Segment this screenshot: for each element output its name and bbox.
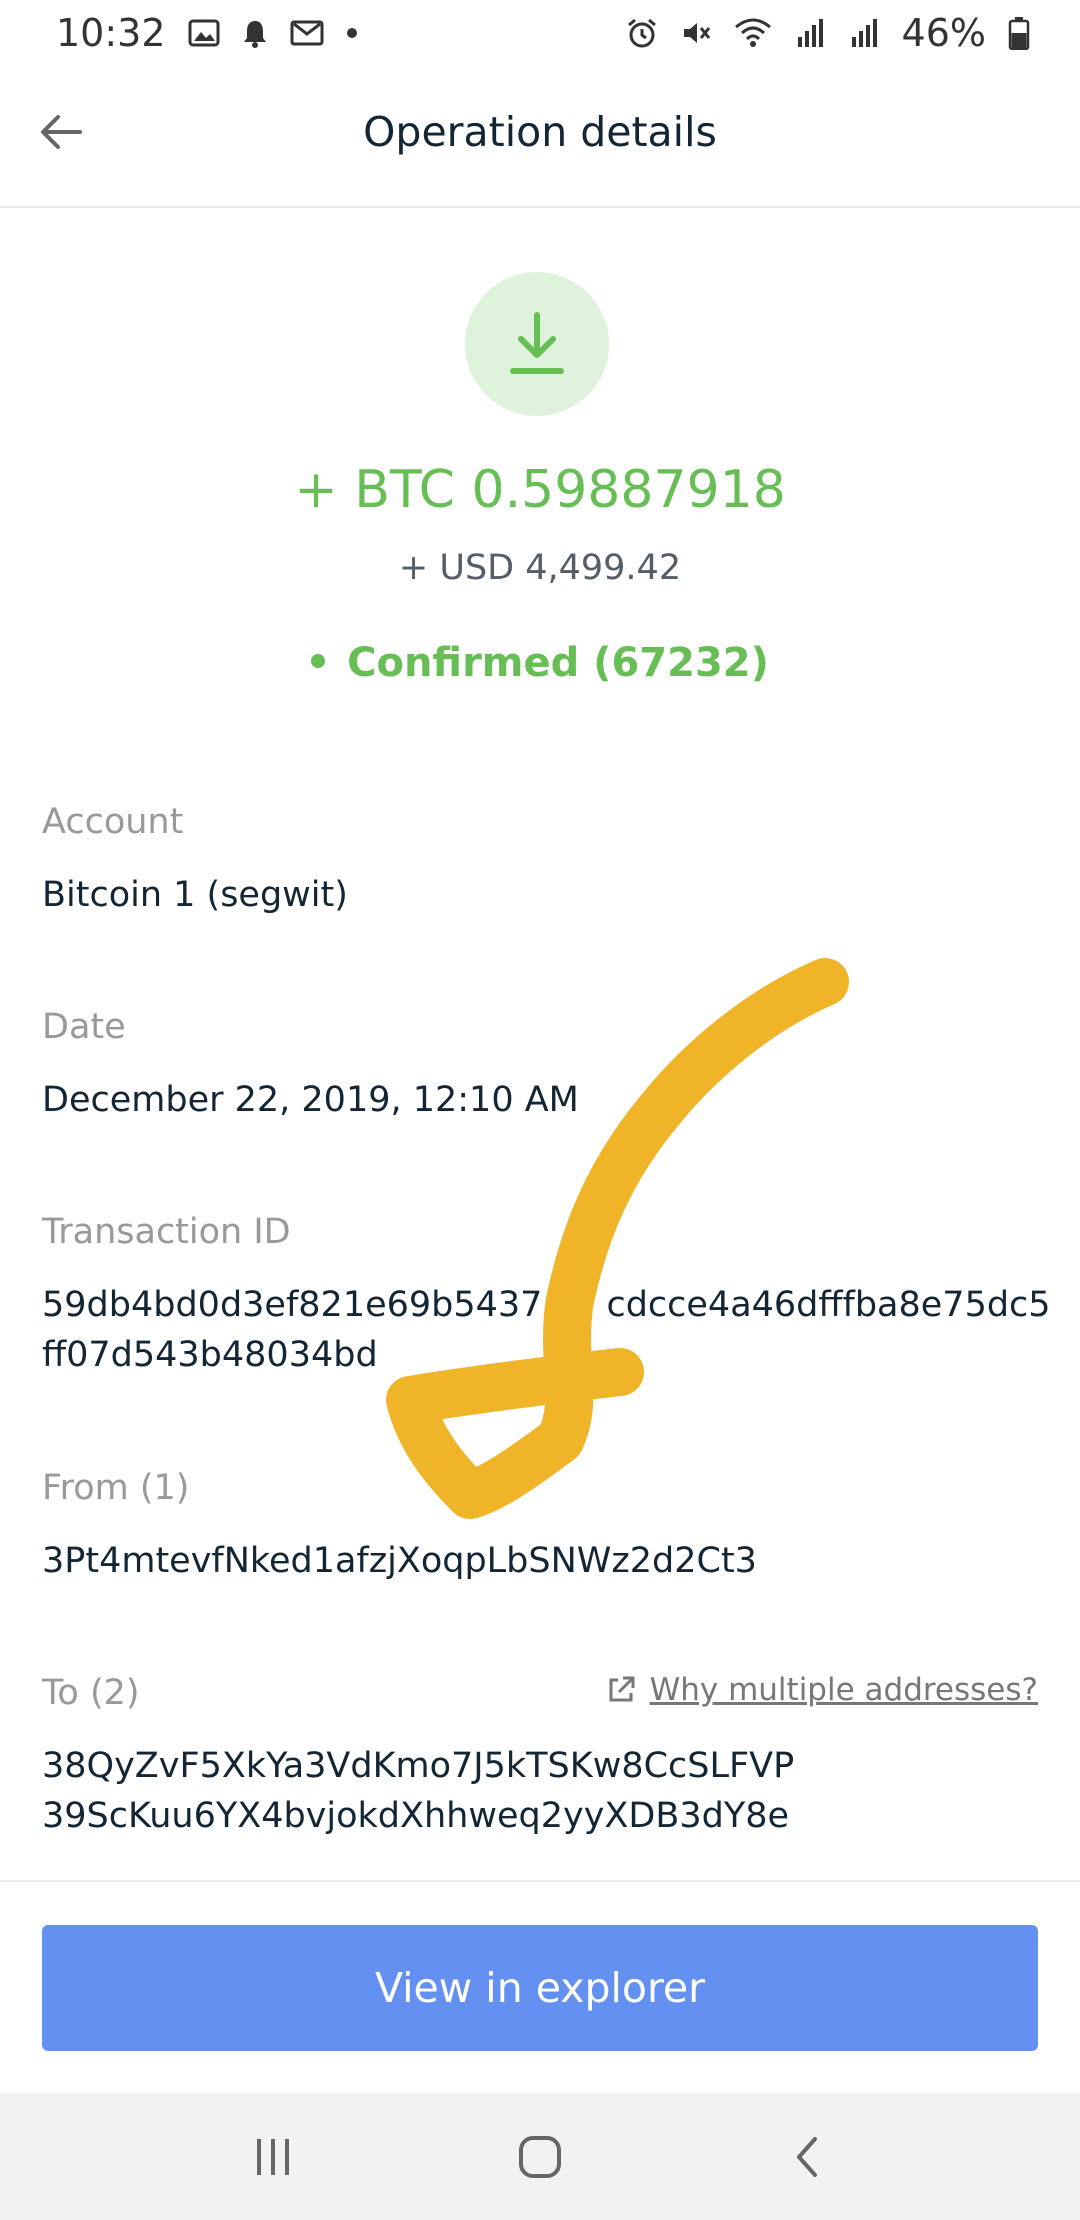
operation-type-badge <box>465 272 609 416</box>
signal-icon <box>794 17 826 49</box>
home-icon <box>518 2135 561 2178</box>
nav-back-icon <box>796 2136 817 2177</box>
signal-icon <box>848 17 880 49</box>
download-arrow-icon <box>510 312 564 374</box>
status-bar-right: 46% <box>626 11 1030 55</box>
footer-divider <box>0 1880 1080 1882</box>
account-label: Account <box>42 802 184 842</box>
header: Operation details <box>0 70 1080 208</box>
battery-icon <box>1008 16 1030 50</box>
alarm-icon <box>626 17 658 49</box>
operation-amount: + BTC 0.59887918 <box>294 460 786 520</box>
home-button[interactable] <box>500 2117 580 2197</box>
transaction-id-label: Transaction ID <box>42 1212 291 1252</box>
page-title: Operation details <box>363 108 717 156</box>
status-dot-icon <box>311 654 326 668</box>
to-label: To (2) <box>42 1673 140 1713</box>
mute-icon <box>680 17 712 49</box>
to-addresses: 38QyZvF5XkYa3VdKmo7J5kTSKw8CcSLFVP 39ScK… <box>42 1741 1042 1841</box>
confirmation-status: Confirmed (67232) <box>0 640 1080 686</box>
from-address[interactable]: 3Pt4mtevfNked1afzjXoqpLbSNWz2d2Ct3 <box>42 1536 1042 1586</box>
status-bar-left: 10:32 <box>56 11 358 55</box>
status-time: 10:32 <box>56 11 166 55</box>
transaction-id-part: cdcce4a46dfffba8e75dc5 <box>606 1285 1051 1325</box>
system-nav-bar <box>0 2093 1080 2220</box>
image-icon <box>188 18 220 48</box>
external-link-icon <box>609 1676 635 1702</box>
transaction-id-value[interactable]: 59db4bd0d3ef821e69b5437 cdcce4a46dfffba8e… <box>42 1280 1051 1380</box>
date-label: Date <box>42 1007 126 1047</box>
transaction-id-line: 59db4bd0d3ef821e69b5437 cdcce4a46dfffba8e… <box>42 1280 1051 1330</box>
dot-icon <box>346 27 358 39</box>
recent-apps-button[interactable] <box>233 2117 313 2197</box>
nav-back-button[interactable] <box>767 2117 847 2197</box>
operation-countervalue: + USD 4,499.42 <box>398 548 682 588</box>
to-address[interactable]: 39ScKuu6YX4bvjokdXhhweq2yyXDB3dY8e <box>42 1791 1042 1841</box>
battery-percent: 46% <box>901 11 986 55</box>
recent-apps-icon <box>257 2138 290 2175</box>
why-multiple-addresses-link[interactable]: Why multiple addresses? <box>606 1672 1038 1708</box>
from-label: From (1) <box>42 1468 190 1508</box>
gmail-icon <box>290 18 324 48</box>
date-value: December 22, 2019, 12:10 AM <box>42 1080 579 1120</box>
confirmation-status-text: Confirmed (67232) <box>347 640 769 686</box>
transaction-id-line: ff07d543b48034bd <box>42 1335 378 1375</box>
to-address[interactable]: 38QyZvF5XkYa3VdKmo7J5kTSKw8CcSLFVP <box>42 1741 1042 1791</box>
status-bar: 10:32 46% <box>0 0 1080 66</box>
wifi-icon <box>734 17 772 49</box>
why-multiple-addresses-text: Why multiple addresses? <box>649 1672 1038 1708</box>
view-in-explorer-button[interactable]: View in explorer <box>42 1925 1038 2051</box>
transaction-id-part: 59db4bd0d3ef821e69b5437 <box>42 1285 543 1325</box>
notification-bell-icon <box>242 18 268 48</box>
account-value: Bitcoin 1 (segwit) <box>42 875 348 915</box>
